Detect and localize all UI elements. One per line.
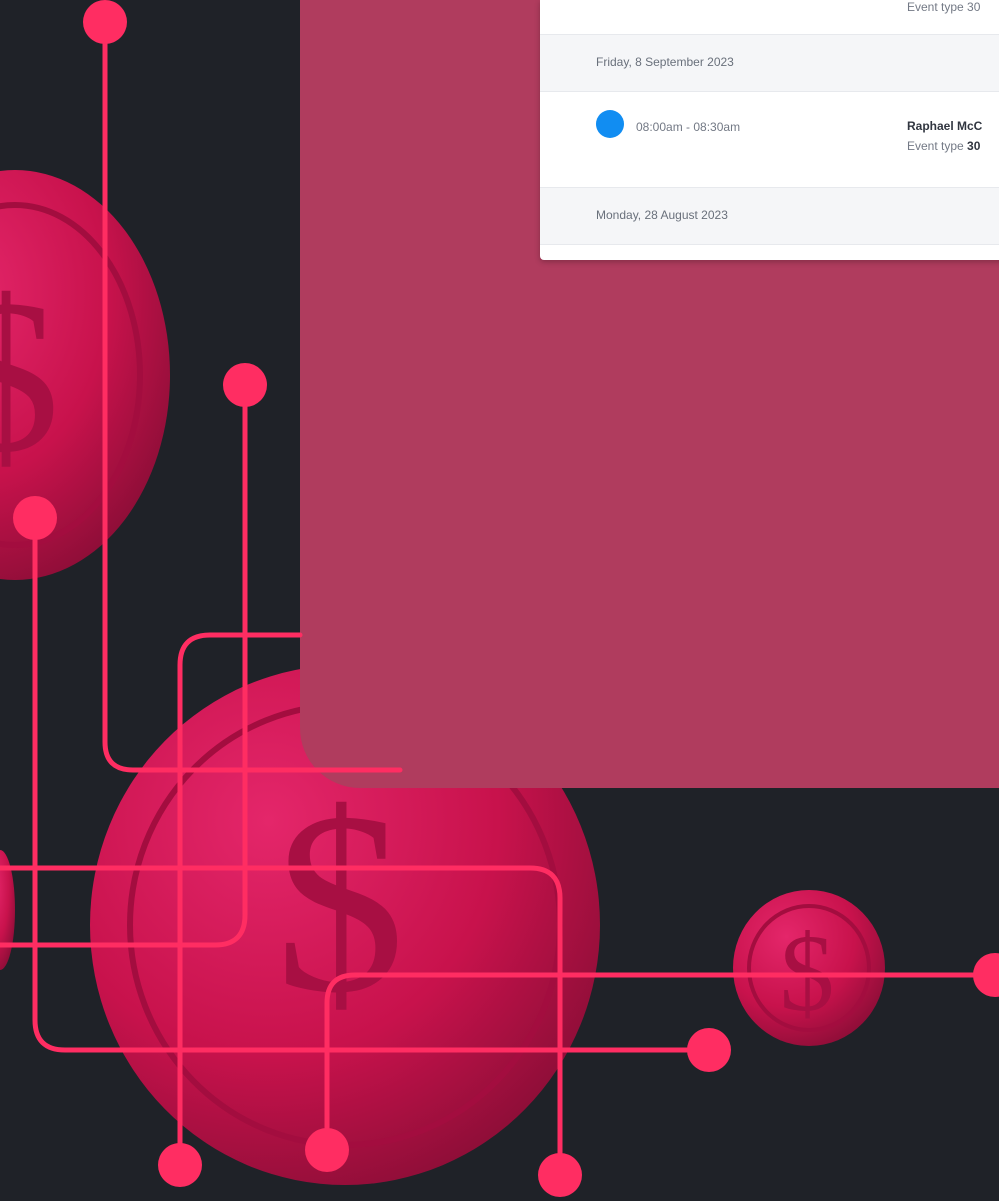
circuit-lines — [0, 0, 999, 1197]
promo-graphic: $ $ $ Event type 30 Friday, 8 September … — [0, 0, 999, 1201]
